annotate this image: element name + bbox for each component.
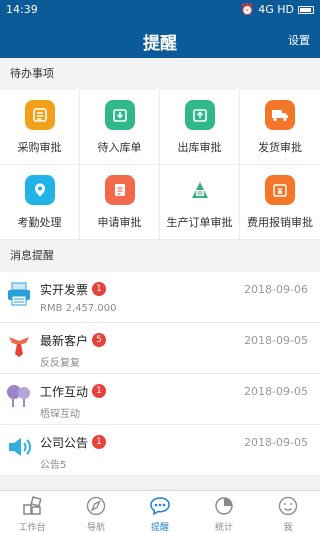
tab-label: 提醒	[150, 523, 169, 533]
network-label: 4G HD	[258, 3, 294, 16]
status-bar: 14:39 ⏰ 4G HD	[0, 0, 320, 20]
shipping-approval-icon	[265, 99, 295, 130]
customer-tie-icon	[6, 332, 32, 358]
messages-section-heading: 消息提醒	[10, 249, 54, 262]
todo-item-expense-reimbursement[interactable]: 费用报销审批	[240, 165, 320, 240]
todo-item-label: 申请审批	[97, 215, 142, 229]
message-subtitle: 公告5	[40, 460, 67, 471]
tab-label: 工作台	[18, 523, 46, 533]
tab-navigation[interactable]: 导航	[64, 491, 128, 533]
tab-profile[interactable]: 我	[256, 491, 320, 533]
message-date: 2018-09-05	[244, 436, 308, 449]
navigation-icon	[84, 494, 108, 518]
todo-grid: 采购审批 待入库单 出库审批 发货审批 考勤处理 申请审批 生产订单审批 费用报…	[0, 90, 320, 240]
todo-item-application-approval[interactable]: 申请审批	[80, 165, 160, 240]
list-item-work-interaction[interactable]: 工作互动 1 梧琛互动 2018-09-05	[0, 374, 320, 425]
purchase-approval-icon	[24, 99, 55, 130]
tab-label: 统计	[214, 523, 233, 533]
message-date: 2018-09-05	[244, 385, 308, 398]
message-subtitle: 反反复复	[40, 358, 80, 369]
todo-item-label: 采购审批	[17, 140, 62, 154]
list-item-announcement[interactable]: 公司公告 1 公告5 2018-09-05	[0, 425, 320, 476]
profile-face-icon	[276, 494, 300, 518]
tab-reminder[interactable]: 提醒	[128, 491, 192, 533]
message-date: 2018-09-05	[244, 334, 308, 347]
todo-item-label: 费用报销审批	[247, 215, 313, 229]
battery-icon	[298, 5, 314, 14]
todo-item-label: 发货审批	[258, 140, 302, 154]
tab-label: 我	[283, 523, 293, 533]
unread-badge: 5	[92, 333, 106, 347]
message-subtitle: RMB 2,457.000	[40, 303, 117, 314]
list-item-invoice[interactable]: 实开发票 1 RMB 2,457.000 2018-09-06	[0, 272, 320, 323]
interaction-bubbles-icon	[6, 383, 32, 409]
tab-workbench[interactable]: 工作台	[0, 491, 64, 533]
todo-item-label: 生产订单审批	[166, 215, 233, 229]
todo-section-heading: 待办事项	[10, 67, 54, 80]
production-order-icon	[184, 174, 215, 205]
inbound-order-icon	[104, 99, 135, 130]
todo-item-outbound-approval[interactable]: 出库审批	[160, 90, 240, 165]
message-title: 最新客户	[40, 334, 89, 348]
todo-item-attendance[interactable]: 考勤处理	[0, 165, 80, 240]
announcement-speaker-icon	[6, 434, 32, 460]
top-navbar: 提醒 设置	[0, 20, 320, 58]
invoice-printer-icon	[6, 281, 32, 307]
tab-statistics[interactable]: 统计	[192, 491, 256, 533]
statistics-pie-icon	[212, 494, 236, 518]
todo-item-shipping-approval[interactable]: 发货审批	[240, 90, 320, 165]
todo-item-label: 考勤处理	[17, 215, 62, 229]
message-list: 实开发票 1 RMB 2,457.000 2018-09-06 最新客户 5 反…	[0, 272, 320, 476]
expense-reimbursement-icon	[265, 174, 295, 205]
todo-item-production-order[interactable]: 生产订单审批	[160, 165, 240, 240]
list-item-new-customer[interactable]: 最新客户 5 反反复复 2018-09-05	[0, 323, 320, 374]
unread-badge: 1	[92, 282, 106, 296]
application-approval-icon	[104, 174, 135, 205]
reminder-chat-icon	[148, 494, 172, 518]
status-time: 14:39	[6, 3, 38, 16]
unread-badge: 1	[92, 384, 106, 398]
tab-label: 导航	[86, 523, 105, 533]
workbench-icon	[20, 494, 44, 518]
message-date: 2018-09-06	[244, 283, 308, 296]
settings-button[interactable]: 设置	[288, 32, 310, 48]
bottom-tabbar: 工作台 导航 提醒 统计 我	[0, 490, 320, 533]
unread-badge: 1	[92, 435, 106, 449]
message-subtitle: 梧琛互动	[40, 409, 80, 420]
message-title: 公司公告	[40, 436, 89, 450]
status-indicators: ⏰ 4G HD	[241, 3, 314, 16]
todo-item-label: 待入库单	[97, 140, 142, 154]
todo-item-purchase-approval[interactable]: 采购审批	[0, 90, 80, 165]
todo-item-label: 出库审批	[177, 140, 222, 154]
message-title: 实开发票	[40, 283, 89, 297]
outbound-approval-icon	[184, 99, 215, 130]
attendance-icon	[24, 174, 55, 205]
todo-item-inbound-order[interactable]: 待入库单	[80, 90, 160, 165]
alarm-icon: ⏰	[240, 3, 255, 16]
message-title: 工作互动	[40, 385, 89, 399]
page-title: 提醒	[143, 34, 177, 54]
